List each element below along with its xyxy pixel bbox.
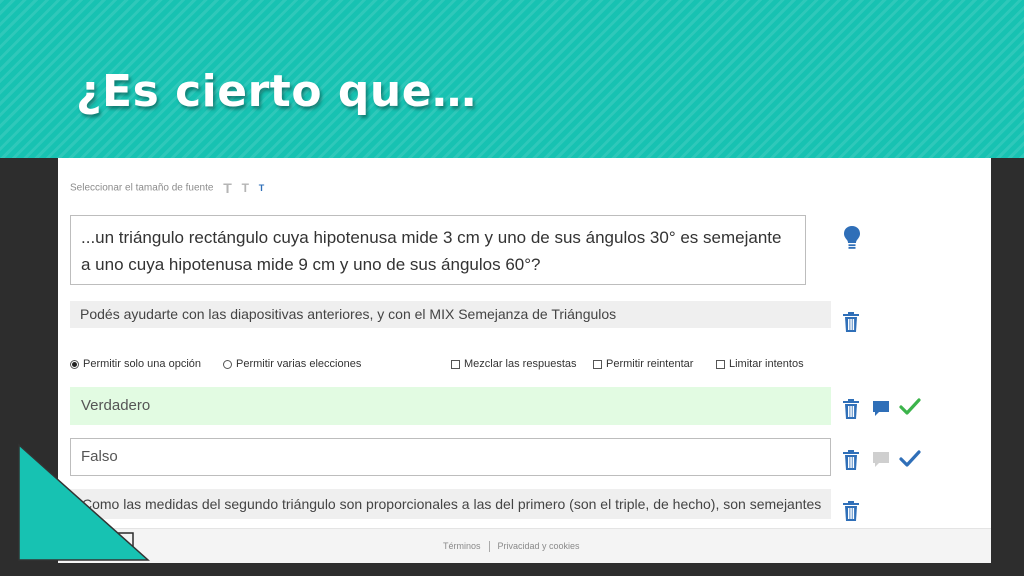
- font-size-selector: Seleccionar el tamaño de fuente T T T: [70, 180, 264, 196]
- title-banner: ¿Es cierto que…: [0, 0, 1024, 158]
- hint-input[interactable]: Podés ayudarte con las diapositivas ante…: [70, 301, 831, 328]
- trash-icon[interactable]: [843, 450, 859, 470]
- single-choice-radio[interactable]: [70, 359, 79, 369]
- trash-icon[interactable]: [843, 501, 859, 521]
- answer-true-input[interactable]: Verdadero: [70, 387, 831, 425]
- multiple-choice-radio[interactable]: [223, 359, 232, 369]
- comment-icon[interactable]: [872, 400, 890, 417]
- checkmark-correct-icon[interactable]: [899, 398, 921, 416]
- option-allow-retry[interactable]: Permitir reintentar: [593, 358, 693, 370]
- font-size-medium-button[interactable]: T: [242, 181, 249, 195]
- comment-icon[interactable]: [872, 451, 890, 468]
- option-multiple-choice[interactable]: Permitir varias elecciones: [223, 358, 361, 370]
- quiz-editor-panel: Seleccionar el tamaño de fuente T T T ..…: [58, 158, 991, 528]
- limit-checkbox[interactable]: [716, 359, 725, 369]
- shuffle-checkbox[interactable]: [451, 359, 460, 369]
- answer-false-input[interactable]: Falso: [70, 438, 831, 476]
- font-size-label: Seleccionar el tamaño de fuente: [70, 182, 214, 194]
- footer-divider: [488, 541, 490, 553]
- font-size-small-button[interactable]: T: [259, 183, 265, 193]
- slide-title: ¿Es cierto que…: [76, 66, 477, 117]
- trash-icon[interactable]: [843, 399, 859, 419]
- trash-icon[interactable]: [843, 312, 859, 332]
- option-shuffle-answers[interactable]: Mezclar las respuestas: [451, 358, 577, 370]
- terms-link[interactable]: Términos: [443, 541, 481, 551]
- checkmark-icon[interactable]: [899, 450, 921, 468]
- feedback-input[interactable]: Como las medidas del segundo triángulo s…: [70, 489, 831, 519]
- font-size-large-button[interactable]: T: [223, 180, 232, 196]
- option-single-choice[interactable]: Permitir solo una opción: [70, 358, 201, 370]
- lightbulb-icon[interactable]: [843, 225, 861, 251]
- question-input[interactable]: ...un triángulo rectángulo cuya hipotenu…: [70, 215, 806, 285]
- footer-links: Términos Privacidad y cookies: [443, 541, 580, 553]
- retry-checkbox[interactable]: [593, 359, 602, 369]
- privacy-link[interactable]: Privacidad y cookies: [498, 541, 580, 551]
- page-footer: Términos Privacidad y cookies: [58, 528, 991, 563]
- option-limit-attempts[interactable]: Limitar intentos: [716, 358, 804, 370]
